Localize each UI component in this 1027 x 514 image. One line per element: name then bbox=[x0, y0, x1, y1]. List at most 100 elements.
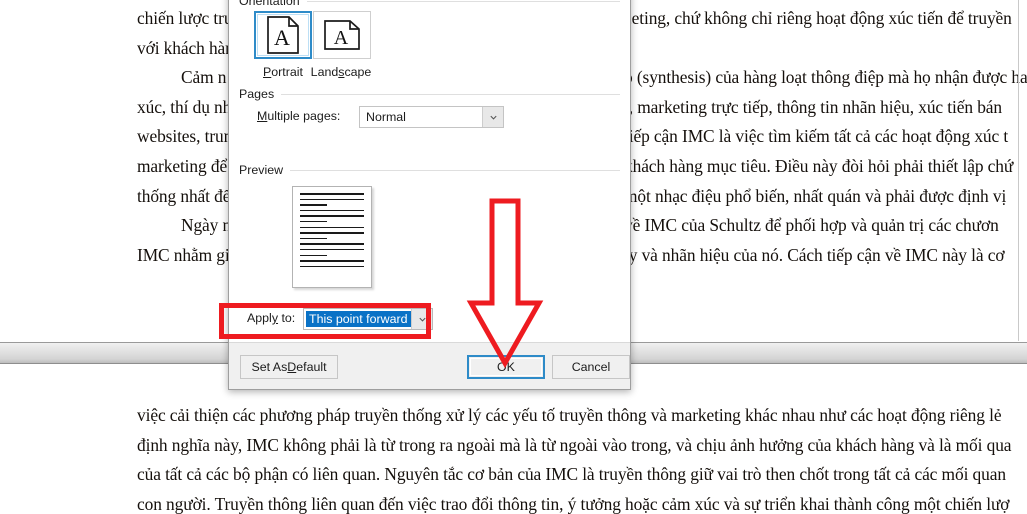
document-text-line: marketing để bbox=[137, 152, 234, 182]
chevron-down-icon[interactable] bbox=[482, 107, 503, 127]
orientation-option-landscape[interactable]: A bbox=[313, 11, 371, 59]
orientation-landscape-post: cape bbox=[344, 65, 372, 79]
dialog-footer: Set As Default OK Cancel bbox=[229, 343, 630, 389]
orientation-landscape-pre: Land bbox=[310, 65, 339, 79]
document-text-left-column: chiến lược tru với khách hàn Cảm n xúc, thí… bbox=[137, 4, 234, 270]
preview-text-line bbox=[300, 265, 364, 268]
preview-text-line bbox=[300, 204, 327, 206]
set-as-default-accel: D bbox=[287, 360, 297, 374]
document-text-run: o (synthesis) của hàng loạt thông điệp m… bbox=[624, 67, 1027, 88]
dialog-body: Orientation A A Portrait Landscape Pages… bbox=[219, 0, 630, 343]
document-text-run: một nhạc điệu phổ biến, nhất quán và phả… bbox=[624, 185, 1007, 206]
group-rule bbox=[306, 0, 620, 2]
preview-text-line bbox=[300, 220, 327, 223]
document-text-line: chiến lược tru bbox=[137, 4, 234, 34]
document-text-run: i, marketing trực tiếp, thông tin nhãn h… bbox=[624, 96, 1003, 117]
preview-text-line bbox=[300, 254, 327, 257]
apply-to-label: Apply to: bbox=[247, 311, 295, 325]
multiple-pages-accel: M bbox=[257, 109, 268, 123]
preview-text-line bbox=[300, 215, 364, 217]
document-text-run: con người. Truyền thông liên quan đến vi… bbox=[137, 493, 1010, 514]
group-label-orientation: Orientation bbox=[239, 0, 300, 8]
page-setup-dialog: Orientation A A Portrait Landscape Pages… bbox=[219, 0, 631, 390]
cancel-button[interactable]: Cancel bbox=[552, 355, 630, 379]
orientation-portrait-rest: ortrait bbox=[271, 65, 303, 79]
cancel-button-label: Cancel bbox=[571, 360, 611, 374]
preview-thumbnail bbox=[292, 186, 372, 288]
group-rule bbox=[281, 93, 620, 95]
document-text-line: xúc, thí dụ nh bbox=[137, 93, 234, 123]
document-text-run: marketing để bbox=[137, 155, 228, 176]
multiple-pages-value: Normal bbox=[366, 110, 406, 124]
document-text-run: với khách hàn bbox=[137, 37, 234, 58]
document-text-run: thống nhất để bbox=[137, 185, 231, 206]
document-text-line: việc cải thiện các phương pháp truyền th… bbox=[137, 401, 1027, 431]
apply-to-label-post: to: bbox=[278, 311, 296, 325]
ok-button-label: OK bbox=[497, 360, 515, 374]
group-header-pages: Pages bbox=[239, 87, 620, 101]
preview-text-line bbox=[300, 243, 364, 245]
group-rule bbox=[290, 169, 620, 171]
document-text-line: với khách hàn bbox=[137, 34, 234, 64]
orientation-label-landscape: Landscape bbox=[310, 65, 372, 79]
document-text-line: thống nhất để bbox=[137, 182, 234, 212]
multiple-pages-label-rest: ultiple pages: bbox=[267, 109, 341, 123]
multiple-pages-combobox[interactable]: Normal bbox=[359, 106, 504, 128]
landscape-page-icon: A bbox=[324, 20, 360, 50]
document-text-line: i, marketing trực tiếp, thông tin nhãn h… bbox=[624, 93, 1027, 123]
document-text-line bbox=[624, 34, 1027, 64]
preview-text-line bbox=[300, 193, 364, 195]
document-text-line: định nghĩa này, IMC không phải là từ tro… bbox=[137, 431, 1027, 461]
word-window: chiến lược tru với khách hàn Cảm n xúc, thí… bbox=[0, 0, 1027, 514]
document-text-run: Cảm n bbox=[181, 67, 227, 88]
document-text-line: của tất cả các bộ phận có liên quan. Ngu… bbox=[137, 460, 1027, 490]
preview-text-line bbox=[300, 260, 364, 262]
preview-text-line bbox=[300, 237, 327, 240]
document-text-line: về IMC của Schultz để phối hợp và quản t… bbox=[624, 211, 1027, 241]
document-text-line: khách hàng mục tiêu. Điều này đòi hỏi ph… bbox=[624, 152, 1027, 182]
multiple-pages-label: Multiple pages: bbox=[257, 109, 340, 123]
document-text-line: Ngày n bbox=[137, 211, 234, 241]
ok-button[interactable]: OK bbox=[467, 355, 545, 379]
document-text-line: ceting, chứ không chỉ riêng hoạt động xú… bbox=[624, 4, 1027, 34]
document-text-line: tiếp cận IMC là việc tìm kiếm tất cả các… bbox=[624, 122, 1027, 152]
document-text-run: khách hàng mục tiêu. Điều này đòi hỏi ph… bbox=[624, 155, 1014, 176]
set-as-default-post: efault bbox=[296, 360, 327, 374]
set-as-default-pre: Set As bbox=[251, 360, 288, 374]
document-text-bottom: việc cải thiện các phương pháp truyền th… bbox=[137, 401, 1027, 514]
group-header-preview: Preview bbox=[239, 163, 620, 177]
apply-to-row: Apply to: This point forward bbox=[229, 308, 630, 330]
document-text-run: về IMC của Schultz để phối hợp và quản t… bbox=[624, 215, 999, 236]
preview-text-line bbox=[300, 198, 364, 201]
apply-to-combobox[interactable]: This point forward bbox=[303, 308, 433, 330]
svg-text:A: A bbox=[334, 27, 349, 49]
page-right-edge bbox=[1018, 0, 1019, 341]
document-text-run: chiến lược tru bbox=[137, 8, 233, 28]
document-text-run: của tất cả các bộ phận có liên quan. Ngu… bbox=[137, 464, 1006, 485]
preview-text-line bbox=[300, 248, 364, 251]
document-text-run: ceting, chứ không chỉ riêng hoạt động xú… bbox=[624, 8, 1012, 28]
preview-text-line bbox=[300, 209, 364, 212]
document-text-run: Ngày n bbox=[181, 215, 232, 236]
orientation-label-portrait: Portrait bbox=[252, 65, 314, 79]
document-text-run: ty và nhãn hiệu của nó. Cách tiếp cận về… bbox=[624, 244, 1005, 265]
document-text-run: định nghĩa này, IMC không phải là từ tro… bbox=[137, 434, 1012, 455]
document-text-run: việc cải thiện các phương pháp truyền th… bbox=[137, 405, 1002, 425]
svg-text:A: A bbox=[274, 25, 290, 50]
document-text-run: xúc, thí dụ nh bbox=[137, 96, 232, 117]
set-as-default-button[interactable]: Set As Default bbox=[240, 355, 338, 379]
document-text-line: con người. Truyền thông liên quan đến vi… bbox=[137, 490, 1027, 514]
document-text-right-column: ceting, chứ không chỉ riêng hoạt động xú… bbox=[624, 4, 1027, 270]
apply-to-label-pre: Appl bbox=[247, 311, 272, 325]
orientation-option-portrait[interactable]: A bbox=[254, 11, 312, 59]
portrait-page-icon: A bbox=[267, 16, 299, 54]
group-label-preview: Preview bbox=[239, 163, 284, 177]
group-header-orientation: Orientation bbox=[239, 0, 620, 8]
preview-text-line bbox=[300, 226, 364, 229]
document-text-line: ty và nhãn hiệu của nó. Cách tiếp cận về… bbox=[624, 241, 1027, 271]
document-text-line: một nhạc điệu phổ biến, nhất quán và phả… bbox=[624, 182, 1027, 212]
document-text-run: websites, trun bbox=[137, 126, 233, 147]
document-text-line: Cảm n bbox=[137, 63, 234, 93]
document-text-run: tiếp cận IMC là việc tìm kiếm tất cả các… bbox=[624, 126, 1009, 147]
chevron-down-icon[interactable] bbox=[411, 309, 432, 329]
